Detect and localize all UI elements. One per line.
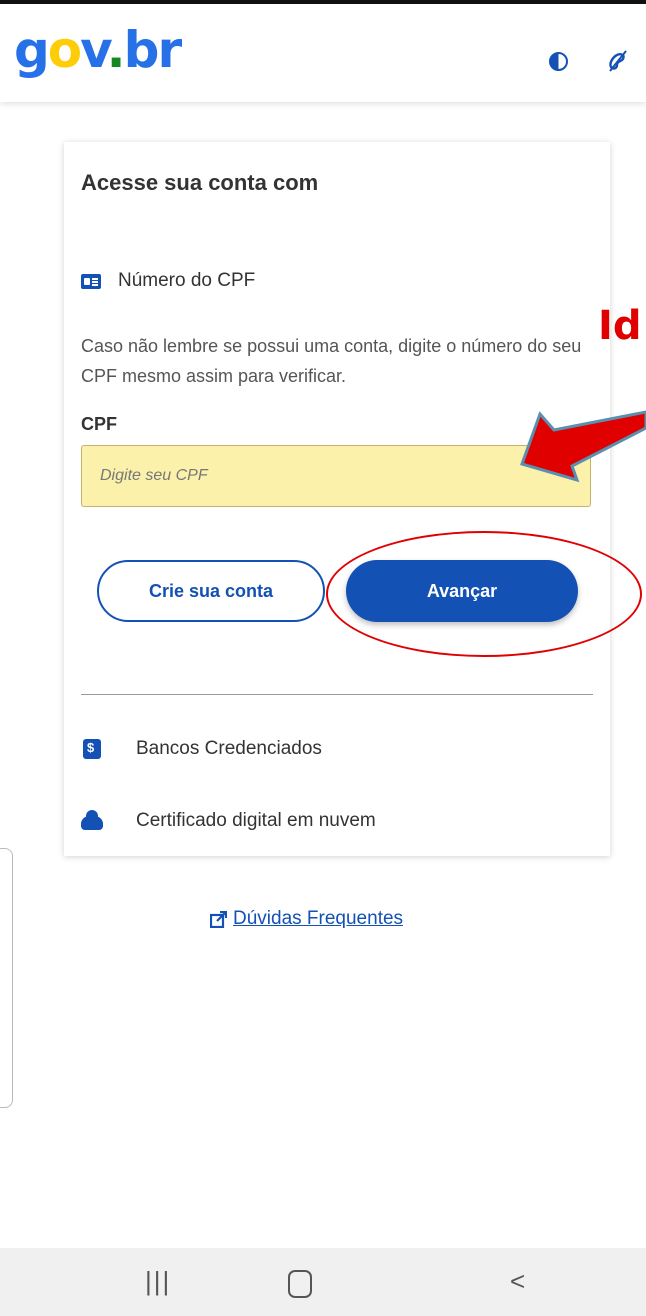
- id-card-icon: [81, 273, 101, 289]
- option-certificado-nuvem[interactable]: Certificado digital em nuvem: [81, 810, 376, 832]
- option-bancos-credenciados[interactable]: Bancos Credenciados: [81, 738, 322, 760]
- home-icon[interactable]: [288, 1270, 312, 1298]
- recents-icon[interactable]: |||: [145, 1266, 171, 1297]
- cpf-input[interactable]: [81, 445, 591, 507]
- side-frame: [0, 848, 13, 1108]
- back-icon[interactable]: <: [510, 1266, 525, 1297]
- faq-label: Dúvidas Frequentes: [233, 908, 404, 929]
- external-link-icon: [209, 910, 228, 928]
- annotation-circle: [326, 531, 642, 657]
- govbr-logo[interactable]: gov.br: [14, 22, 182, 78]
- libras-icon[interactable]: [605, 48, 631, 74]
- annotation-text: Id: [598, 303, 642, 349]
- divider: [81, 694, 593, 695]
- cloud-icon: [81, 810, 103, 832]
- option-label: Bancos Credenciados: [136, 738, 322, 759]
- create-account-button[interactable]: Crie sua conta: [97, 560, 325, 622]
- annotation-arrow: [520, 410, 646, 483]
- header: gov.br: [0, 4, 646, 102]
- option-label: Certificado digital em nuvem: [136, 810, 376, 831]
- cpf-option[interactable]: Número do CPF: [81, 270, 255, 292]
- faq-link[interactable]: Dúvidas Frequentes: [209, 908, 404, 930]
- cpf-option-label: Número do CPF: [118, 270, 256, 291]
- cpf-field-label: CPF: [81, 414, 117, 434]
- contrast-icon[interactable]: [545, 48, 571, 74]
- bank-icon: [81, 738, 103, 760]
- card-title: Acesse sua conta com: [81, 170, 319, 195]
- login-card: Acesse sua conta com Número do CPF Caso …: [64, 142, 610, 856]
- android-navbar: ||| <: [0, 1248, 646, 1316]
